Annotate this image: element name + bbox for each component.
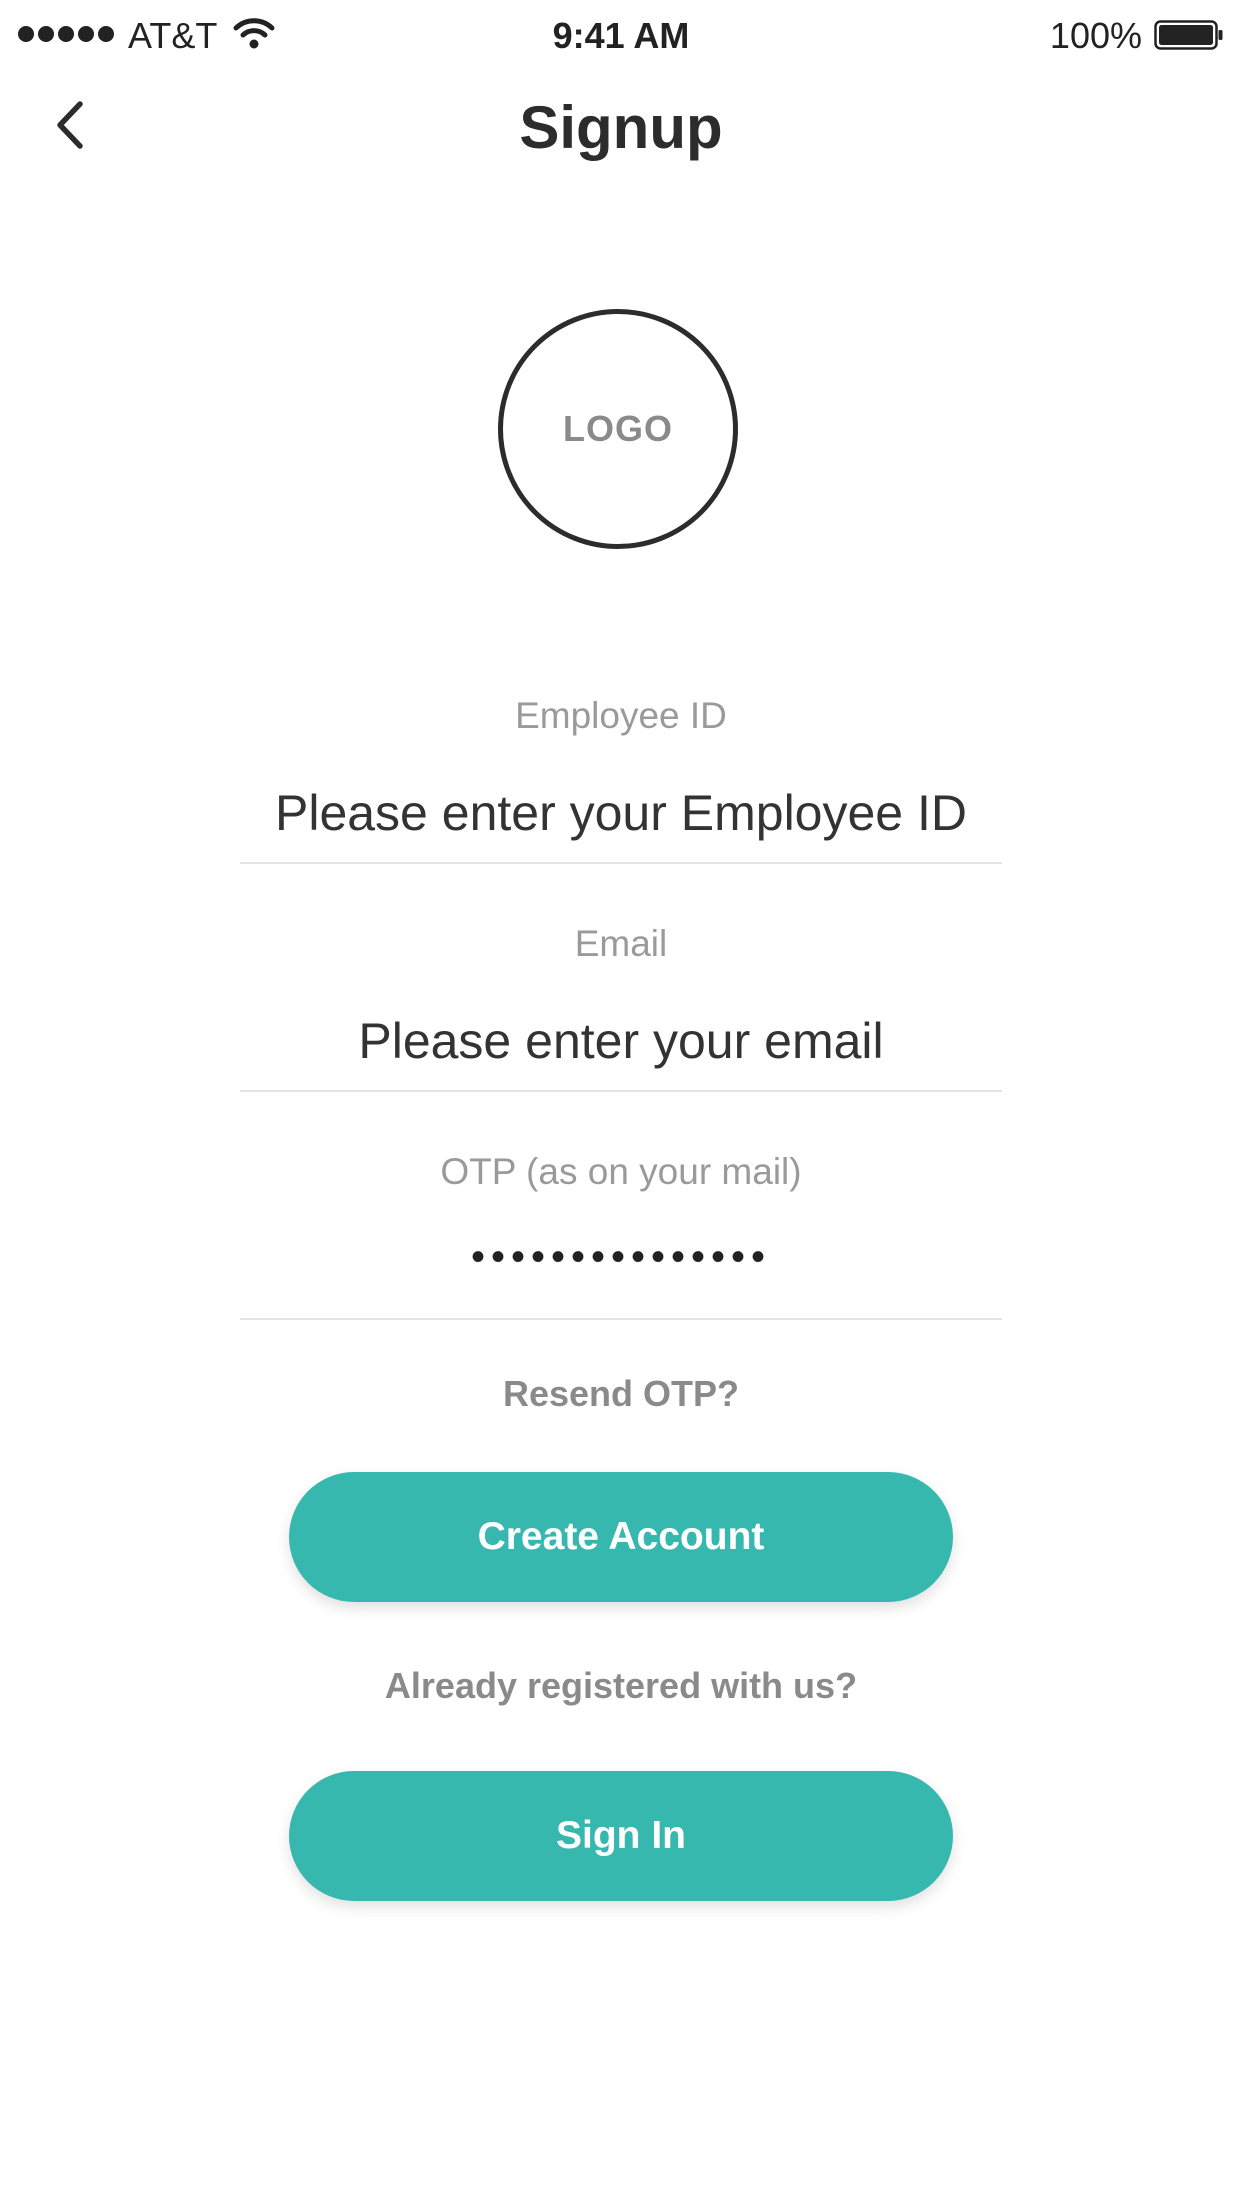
battery-percentage: 100% [1049, 15, 1142, 56]
employee-id-input[interactable] [240, 778, 1002, 848]
logo-text: LOGO [563, 408, 673, 449]
resend-otp-link[interactable]: Resend OTP? [0, 1372, 1242, 1416]
otp-label: OTP (as on your mail) [440, 1151, 802, 1192]
otp-underline [240, 1318, 1002, 1320]
otp-input[interactable] [240, 1222, 1002, 1292]
create-account-button[interactable]: Create Account [289, 1472, 953, 1602]
page-title: Signup [519, 94, 723, 161]
status-bar: AT&T 9:41 AM 100% [0, 0, 1242, 72]
sign-in-button[interactable]: Sign In [289, 1771, 953, 1901]
email-underline [240, 1090, 1002, 1092]
employee-id-underline [240, 862, 1002, 864]
email-label: Email [574, 923, 668, 964]
employee-id-label: Employee ID [515, 695, 727, 736]
email-input[interactable] [240, 1006, 1002, 1076]
battery-icon [1154, 20, 1223, 50]
already-registered-text: Already registered with us? [384, 1665, 858, 1706]
logo: LOGO [498, 309, 738, 549]
